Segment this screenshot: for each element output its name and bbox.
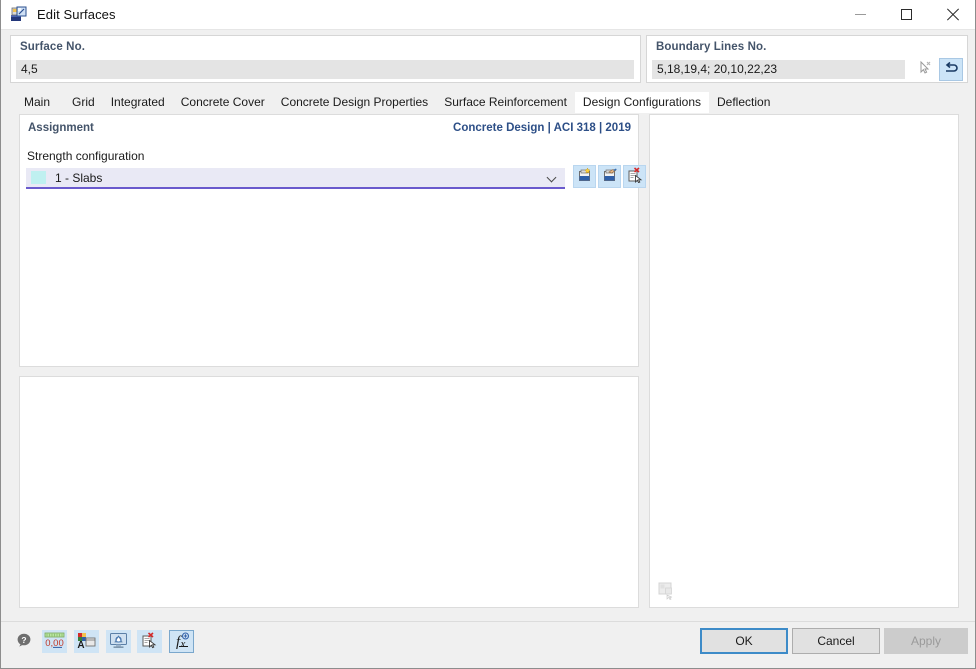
reverse-orientation-icon xyxy=(943,60,959,79)
tab-deflection[interactable]: Deflection xyxy=(709,92,778,113)
boundary-lines-no-label: Boundary Lines No. xyxy=(656,41,767,53)
assignment-title: Assignment xyxy=(28,122,94,134)
title-bar: Edit Surfaces xyxy=(1,0,975,30)
display-properties-button[interactable]: A xyxy=(74,630,99,653)
formula-button[interactable]: f x xyxy=(169,630,194,653)
preview-image-icon[interactable] xyxy=(658,582,678,601)
window-title: Edit Surfaces xyxy=(37,7,116,22)
configuration-color-swatch xyxy=(31,171,46,184)
edit-surfaces-icon xyxy=(11,6,28,23)
boundary-lines-no-input[interactable] xyxy=(652,60,905,79)
preview-panel xyxy=(649,114,959,608)
close-button[interactable] xyxy=(929,0,975,30)
tab-concrete-cover[interactable]: Concrete Cover xyxy=(173,92,273,113)
svg-text:A: A xyxy=(77,640,84,649)
decimal-places-icon: 0,00 xyxy=(44,632,65,652)
display-properties-icon: A xyxy=(77,632,96,652)
maximize-icon xyxy=(900,9,912,20)
cancel-button[interactable]: Cancel xyxy=(792,628,880,654)
decimal-places-button[interactable]: 0,00 xyxy=(42,630,67,653)
svg-text:x: x xyxy=(180,638,186,649)
edit-configuration-button[interactable] xyxy=(598,165,621,188)
select-cursor-button[interactable] xyxy=(913,58,937,81)
strength-configuration-label: Strength configuration xyxy=(27,149,145,163)
design-code-label: Concrete Design | ACI 318 | 2019 xyxy=(453,122,631,134)
delete-configuration-button[interactable] xyxy=(623,165,646,188)
ok-button[interactable]: OK xyxy=(700,628,788,654)
view-settings-icon xyxy=(109,632,128,652)
clear-selection-button[interactable] xyxy=(137,630,162,653)
tab-concrete-design-properties[interactable]: Concrete Design Properties xyxy=(273,92,436,113)
help-bubble-icon: ? xyxy=(16,632,33,652)
header-row: Surface No. Boundary Lines No. xyxy=(1,31,975,84)
formula-icon: f x xyxy=(172,632,191,652)
surface-no-label: Surface No. xyxy=(20,41,86,53)
help-button[interactable]: ? xyxy=(12,630,37,653)
tab-integrated[interactable]: Integrated xyxy=(103,92,173,113)
tab-design-configurations[interactable]: Design Configurations xyxy=(574,92,709,113)
new-configuration-button[interactable] xyxy=(573,165,596,188)
boundary-lines-no-group: Boundary Lines No. xyxy=(646,35,968,83)
tab-main[interactable]: Main xyxy=(10,92,64,113)
edit-item-icon xyxy=(602,167,618,186)
new-item-icon xyxy=(577,167,593,186)
tab-grid[interactable]: Grid xyxy=(64,92,103,113)
minimize-icon xyxy=(854,14,866,15)
bottom-bar: ? 0,00 A f x OK Cancel Apply xyxy=(1,621,975,668)
surface-no-input[interactable] xyxy=(16,60,634,79)
minimize-button[interactable] xyxy=(837,0,883,30)
window-controls xyxy=(837,0,975,30)
delete-item-icon xyxy=(627,167,643,186)
assignment-panel: Assignment Concrete Design | ACI 318 | 2… xyxy=(19,114,646,367)
tab-strip: Main Grid Integrated Concrete Cover Conc… xyxy=(10,92,778,113)
clear-selection-icon xyxy=(141,631,158,652)
apply-button: Apply xyxy=(884,628,968,654)
close-icon xyxy=(946,8,959,21)
strength-configuration-value: 1 - Slabs xyxy=(55,170,103,185)
strength-configuration-select[interactable]: 1 - Slabs xyxy=(26,168,565,189)
tab-surface-reinforcement[interactable]: Surface Reinforcement xyxy=(436,92,575,113)
view-settings-button[interactable] xyxy=(106,630,131,653)
select-cursor-icon xyxy=(917,60,933,79)
svg-text:?: ? xyxy=(21,635,26,645)
surface-no-group: Surface No. xyxy=(10,35,641,83)
chevron-down-icon xyxy=(548,173,557,182)
details-panel xyxy=(19,376,639,608)
maximize-button[interactable] xyxy=(883,0,929,30)
reverse-orientation-button[interactable] xyxy=(939,58,963,81)
edit-surfaces-dialog: Edit Surfaces Surface No. Boundary Lines… xyxy=(0,0,976,669)
